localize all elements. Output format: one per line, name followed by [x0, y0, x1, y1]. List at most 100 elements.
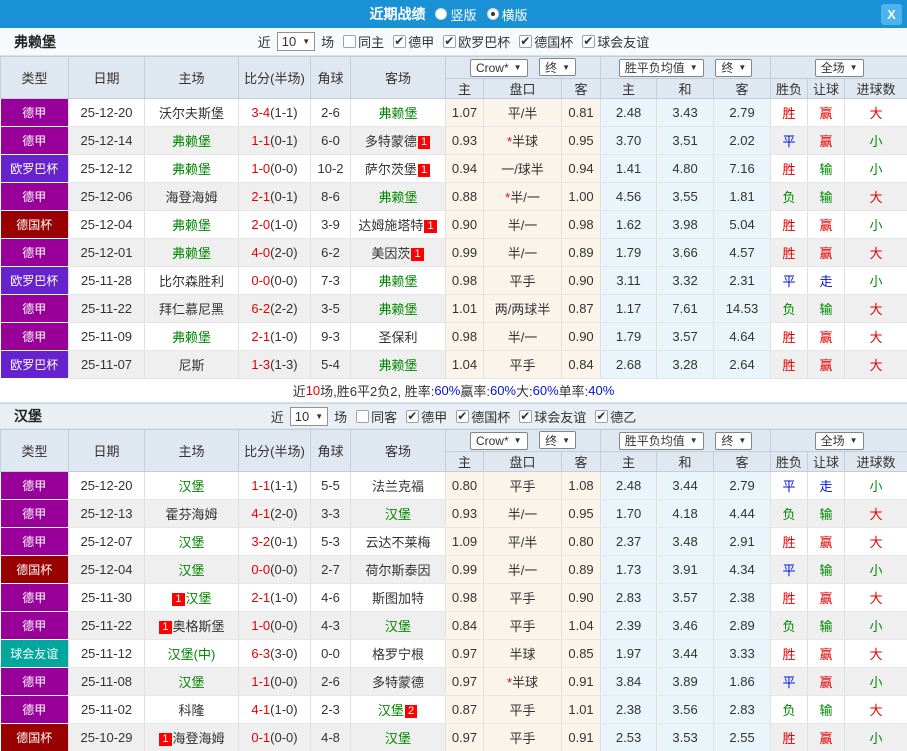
league-checkbox-friendly[interactable]: 球会友谊	[519, 407, 586, 426]
checkbox-icon[interactable]	[519, 409, 533, 423]
col-corners: 角球	[310, 56, 351, 99]
games-count-select[interactable]: 10 ▼	[289, 406, 329, 426]
handicap-result-cell: 赢	[807, 238, 846, 267]
col-ah-result: 让球	[807, 451, 846, 472]
col-wdl: 胜负	[770, 451, 809, 472]
radio-vertical-icon[interactable]	[435, 8, 448, 20]
odds-type-select[interactable]: 胜平负均值 ▼	[618, 58, 704, 77]
league-checkbox-bundesliga[interactable]: 德甲	[393, 32, 434, 51]
close-icon[interactable]: X	[881, 4, 902, 25]
same-home-checkbox[interactable]: 同主	[343, 32, 384, 51]
league-checkbox-pokal[interactable]: 德国杯	[456, 407, 510, 426]
match-date-cell: 25-11-22	[68, 294, 145, 323]
match-type-cell: 德甲	[0, 98, 69, 127]
league-checkbox-pokal[interactable]: 德国杯	[519, 32, 573, 51]
match-type-cell: 欧罗巴杯	[0, 266, 69, 295]
match-date-cell: 25-12-13	[68, 499, 145, 528]
checkbox-icon[interactable]	[343, 35, 357, 48]
layout-vertical-option[interactable]: 竖版	[435, 5, 477, 24]
corners-cell: 3-5	[310, 294, 351, 323]
handicap-cell: 平手	[483, 583, 562, 612]
bookmaker-select[interactable]: Crow* ▼	[469, 431, 528, 450]
ah-away-cell: 0.89	[561, 238, 602, 267]
col-score: 比分(半场)	[238, 56, 311, 99]
scope-select[interactable]: 全场 ▼	[814, 58, 864, 77]
table-row: 德甲 25-11-30 1 汉堡 2-1(1-0) 4-6 斯图加特 0.98 平手 0.90 2.…	[0, 583, 907, 612]
league-checkbox-bundesliga2[interactable]: 德乙	[595, 407, 636, 426]
hamburg-results-table: 类型 日期 主场 比分(半场) 角球 客场 Crow* ▼ 终 ▼ 胜平负均值 ▼ 终…	[0, 429, 907, 751]
handicap-cell: 平手	[483, 723, 562, 751]
league-checkbox-friendly[interactable]: 球会友谊	[582, 32, 649, 51]
wdl-result-cell: 胜	[770, 350, 809, 379]
checkbox-icon[interactable]	[456, 409, 470, 423]
ah-away-cell: 0.95	[561, 499, 602, 528]
checkbox-icon[interactable]	[393, 34, 407, 48]
ah-away-cell: 1.01	[561, 695, 602, 724]
handicap-cell: 半/一	[483, 238, 562, 267]
col-goals-result: 进球数	[844, 451, 907, 472]
checkbox-icon[interactable]	[582, 34, 596, 48]
wdl-result-cell: 平	[770, 667, 809, 696]
odds-away-cell: 14.53	[713, 294, 772, 323]
layout-horizontal-option[interactable]: 横版	[486, 5, 528, 24]
team-name-freiburg: 弗赖堡	[14, 33, 56, 50]
games-label: 场	[334, 409, 348, 425]
hamburg-filters: 近 10▼ 场 同客 德甲 德国杯 球会友谊 德乙	[271, 406, 636, 426]
same-away-checkbox[interactable]: 同客	[356, 407, 397, 426]
ah-away-cell: 0.90	[561, 322, 602, 351]
away-team-cell: 弗赖堡	[350, 294, 446, 323]
home-team-cell: 科隆	[144, 695, 239, 724]
chevron-down-icon: ▼	[738, 436, 747, 445]
checkbox-icon[interactable]	[356, 409, 370, 423]
checkbox-icon[interactable]	[519, 34, 533, 48]
odds-state-select[interactable]: 终 ▼	[715, 431, 753, 450]
bookmaker-select[interactable]: Crow* ▼	[469, 58, 528, 77]
away-team-cell: 汉堡	[350, 723, 446, 751]
match-date-cell: 25-12-20	[68, 471, 145, 500]
freiburg-filters: 近 10▼ 场 同主 德甲 欧罗巴杯 德国杯 球会友谊	[257, 32, 649, 51]
chevron-down-icon: ▼	[513, 63, 522, 73]
score-cell: 0-0(0-0)	[238, 555, 311, 584]
col-odds-draw: 和	[656, 78, 715, 99]
handicap-state-select[interactable]: 终 ▼	[539, 431, 577, 450]
league-checkbox-bundesliga[interactable]: 德甲	[406, 407, 447, 426]
odds-away-cell: 7.16	[713, 154, 772, 183]
radio-horizontal-icon[interactable]	[486, 8, 499, 20]
goals-result-cell: 大	[844, 294, 907, 323]
wdl-result-cell: 平	[770, 126, 809, 155]
corners-cell: 2-6	[310, 667, 351, 696]
col-goals-result: 进球数	[844, 78, 907, 99]
ah-home-cell: 0.98	[445, 322, 484, 351]
odds-away-cell: 2.64	[713, 350, 772, 379]
games-count-select[interactable]: 10 ▼	[276, 32, 316, 51]
handicap-result-cell: 输	[807, 555, 846, 584]
odds-draw-cell: 3.55	[656, 182, 715, 211]
match-date-cell: 25-11-07	[68, 350, 145, 379]
near-label: 近	[257, 35, 271, 50]
summary-segment: 近	[292, 384, 306, 399]
wdl-result-cell: 负	[770, 294, 809, 323]
wdl-result-cell: 负	[770, 182, 809, 211]
checkbox-icon[interactable]	[406, 409, 420, 423]
corners-cell: 7-3	[310, 266, 351, 295]
odds-draw-cell: 3.53	[656, 723, 715, 751]
summary-segment: 单率:	[558, 384, 589, 399]
odds-type-select[interactable]: 胜平负均值 ▼	[618, 431, 704, 450]
home-team-cell: 汉堡	[144, 471, 239, 500]
radio-vertical-label: 竖版	[450, 7, 477, 23]
checkbox-icon[interactable]	[595, 409, 609, 423]
odds-state-select[interactable]: 终 ▼	[715, 58, 753, 77]
checkbox-icon[interactable]	[443, 34, 457, 48]
col-wdl: 胜负	[770, 78, 809, 99]
scope-select[interactable]: 全场 ▼	[814, 431, 864, 450]
goals-result-cell: 大	[844, 527, 907, 556]
table-row: 德甲 25-12-20 沃尔夫斯堡 3-4(1-1) 2-6 弗赖堡 1.07 平/半 0.81…	[0, 98, 907, 127]
score-cell: 0-1(0-0)	[238, 723, 311, 751]
match-type-cell: 德甲	[0, 471, 69, 500]
league-checkbox-europa[interactable]: 欧罗巴杯	[443, 32, 510, 51]
odds-dropdowns: 胜平负均值 ▼ 终 ▼	[600, 56, 772, 79]
col-home: 主场	[144, 56, 239, 99]
handicap-state-select[interactable]: 终 ▼	[539, 58, 577, 77]
handicap-result-cell: 赢	[807, 98, 846, 127]
col-date: 日期	[68, 429, 145, 472]
